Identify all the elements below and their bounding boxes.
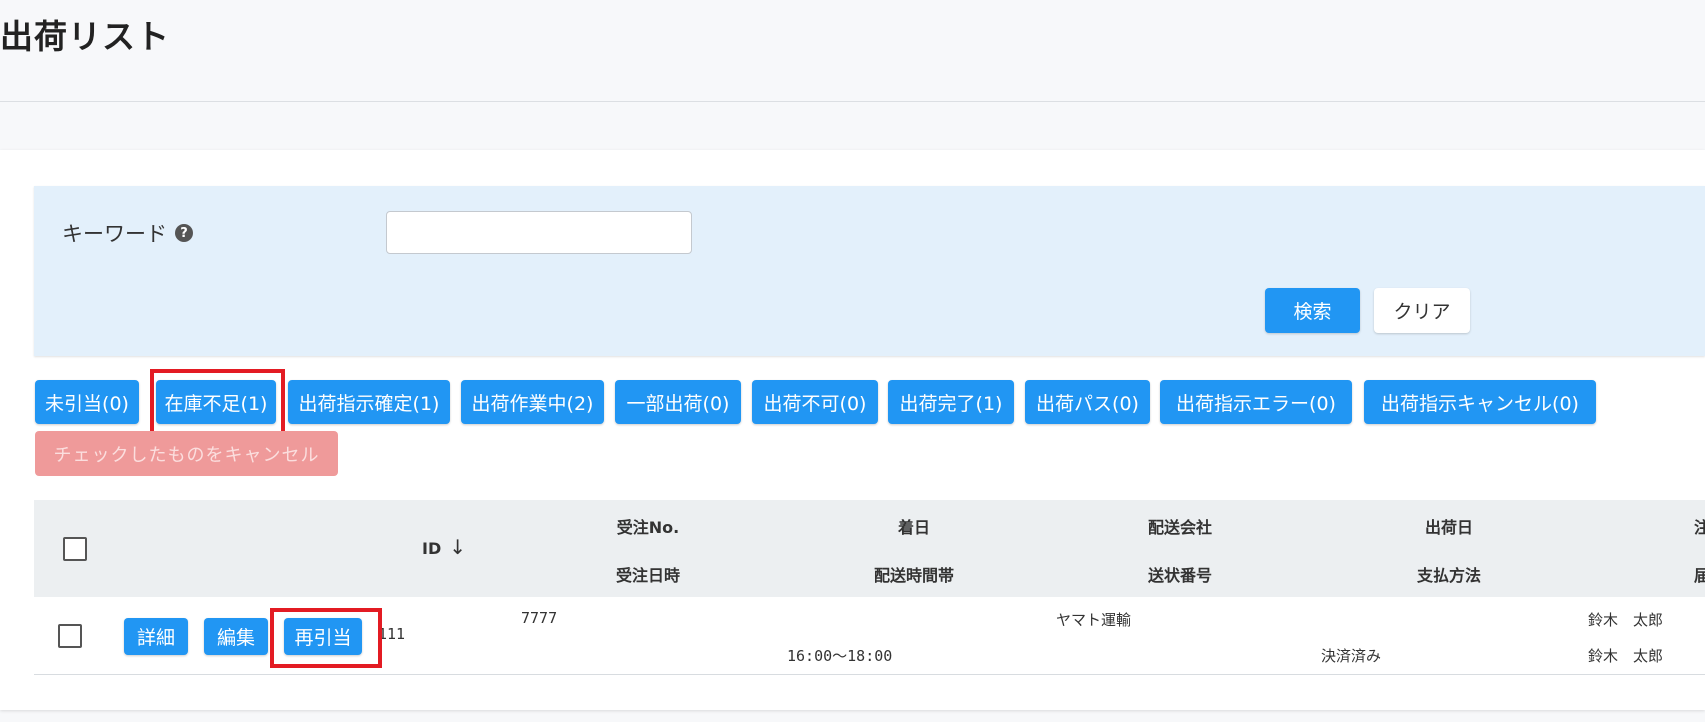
header-id-label: ID [422,539,442,558]
edit-button[interactable]: 編集 [204,618,268,655]
header-recipient: 届け [1694,566,1705,585]
search-panel: キーワード ? 検索 クリア [34,186,1705,356]
status-completed-button[interactable]: 出荷完了(1) [888,380,1014,424]
cell-orderer: 鈴木 太郎 [1588,611,1664,629]
select-all-checkbox[interactable] [63,537,87,561]
header-carrier: 配送会社 [1147,518,1213,537]
header-tracking-no: 送状番号 [1147,566,1213,585]
highlight-box [270,608,382,668]
header-id[interactable]: ID ↓ [422,535,466,559]
cell-carrier: ヤマト運輸 [1056,611,1132,629]
header-arrival-date: 着日 [897,518,931,537]
header-payment: 支払方法 [1416,566,1482,585]
cell-id: 111 [378,625,406,643]
title-divider [0,101,1705,102]
header-order-no: 受注No. [616,518,680,537]
status-pass-button[interactable]: 出荷パス(0) [1025,380,1150,424]
status-unallocated-button[interactable]: 未引当(0) [35,380,139,424]
clear-button[interactable]: クリア [1374,288,1470,333]
cell-recipient: 鈴木 太郎 [1588,647,1664,665]
table-header: ID ↓ 受注No. 受注日時 着日 配送時間帯 配送会社 送状番号 出荷日 支払… [34,500,1705,597]
search-button[interactable]: 検索 [1265,288,1360,333]
status-error-button[interactable]: 出荷指示エラー(0) [1160,380,1352,424]
header-order-datetime: 受注日時 [615,566,681,585]
status-in-progress-button[interactable]: 出荷作業中(2) [461,380,604,424]
row-checkbox[interactable] [58,624,82,648]
header-orderer: 注文 [1694,518,1705,537]
header-delivery-time: 配送時間帯 [873,566,955,585]
detail-button[interactable]: 詳細 [124,618,188,655]
status-unshippable-button[interactable]: 出荷不可(0) [752,380,878,424]
status-partial-button[interactable]: 一部出荷(0) [615,380,741,424]
help-icon[interactable]: ? [175,224,193,242]
keyword-label-text: キーワード [62,222,167,246]
cell-delivery-time: 16:00～18:00 [787,647,893,665]
status-cancelled-button[interactable]: 出荷指示キャンセル(0) [1364,380,1596,424]
highlight-box [150,369,285,438]
status-instruction-confirmed-button[interactable]: 出荷指示確定(1) [288,380,450,424]
cell-order-no: 7777 [521,609,558,627]
shipment-list-card: キーワード ? 検索 クリア 未引当(0) 在庫不足(1) 出荷指示確定(1) … [0,150,1705,710]
header-ship-date: 出荷日 [1424,518,1474,537]
page-title: 出荷リスト [0,17,170,56]
cell-payment: 決済済み [1321,647,1382,665]
cancel-checked-button[interactable]: チェックしたものをキャンセル [35,431,338,476]
keyword-label: キーワード ? [62,218,193,248]
sort-arrow-down-icon[interactable]: ↓ [449,535,466,559]
keyword-input[interactable] [386,211,692,254]
